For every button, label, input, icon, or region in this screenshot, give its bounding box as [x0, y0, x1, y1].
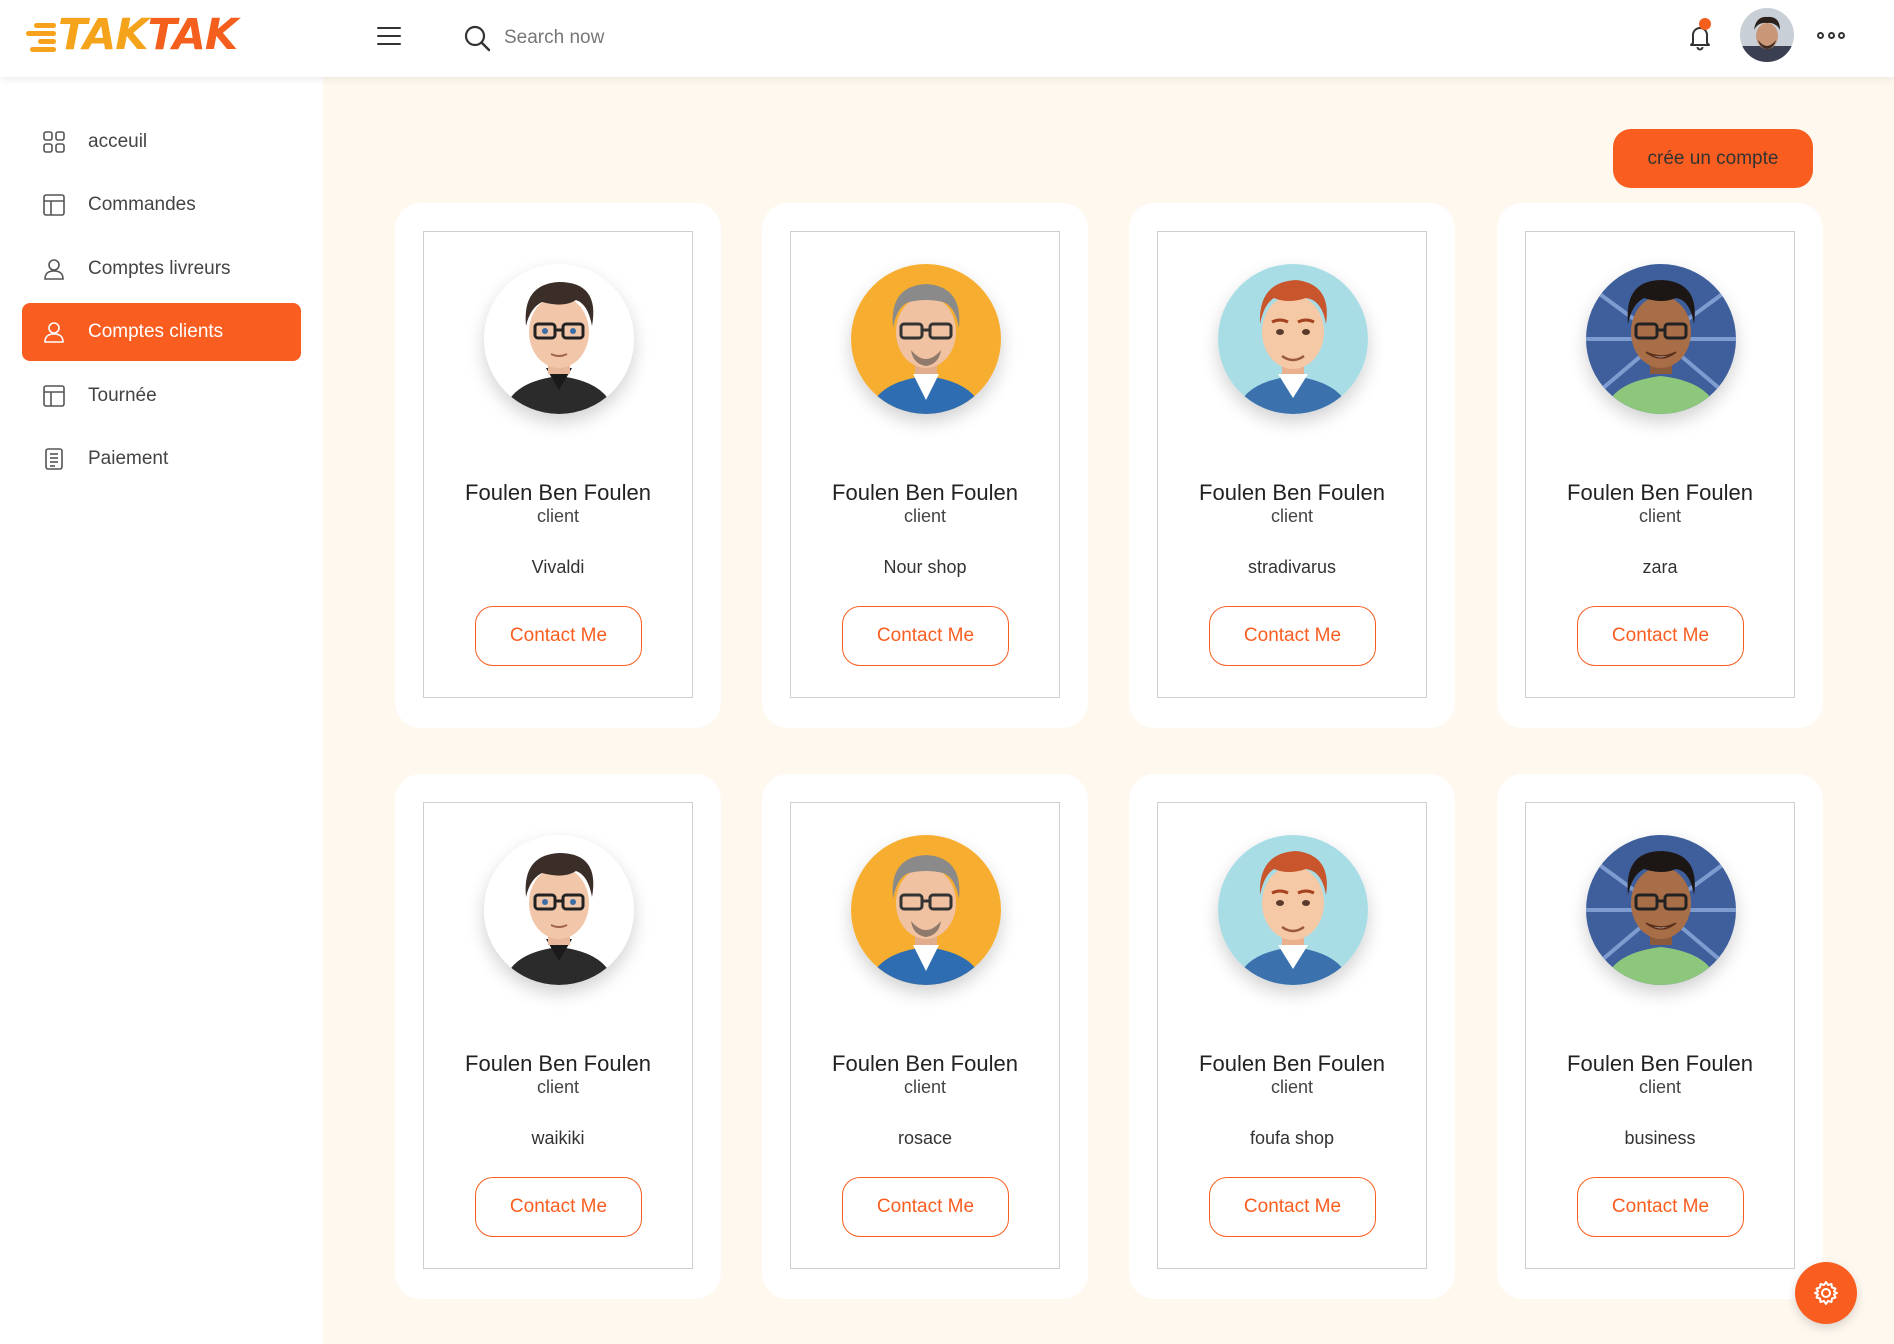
search-bar[interactable]	[462, 18, 862, 58]
client-name: Foulen Ben Foulen	[465, 1051, 651, 1076]
client-card-frame: Foulen Ben Foulen client stradivarus Con…	[1157, 231, 1427, 698]
client-role: client	[1270, 1077, 1314, 1097]
contact-me-button[interactable]: Contact Me	[1577, 1177, 1744, 1237]
client-role: client	[1638, 506, 1682, 526]
create-account-button[interactable]: crée un compte	[1613, 129, 1813, 188]
client-card-frame: Foulen Ben Foulen client zara Contact Me	[1525, 231, 1795, 698]
sidebar-item-paiement[interactable]: Paiement	[22, 430, 301, 488]
client-card-frame: Foulen Ben Foulen client waikiki Contact…	[423, 802, 693, 1269]
sidebar-item-label: Comptes livreurs	[88, 258, 231, 279]
contact-me-button[interactable]: Contact Me	[842, 606, 1009, 666]
gear-icon	[1814, 1281, 1838, 1305]
client-shop: business	[1624, 1128, 1696, 1148]
hamburger-menu-icon[interactable]	[377, 27, 401, 47]
client-shop: zara	[1642, 557, 1678, 577]
avatar-grey-man	[851, 264, 1001, 414]
sidebar-item-label: Comptes clients	[88, 321, 224, 342]
sidebar-item-acceuil[interactable]: acceuil	[22, 113, 301, 171]
avatar-redhead-man	[1218, 264, 1368, 414]
client-card: Foulen Ben Foulen client waikiki Contact…	[395, 774, 721, 1299]
sidebar-item-tournee[interactable]: Tournée	[22, 367, 301, 425]
client-card-frame: Foulen Ben Foulen client Vivaldi Contact…	[423, 231, 693, 698]
sidebar-item-comptes-livreurs[interactable]: Comptes livreurs	[22, 240, 301, 298]
client-shop: rosace	[897, 1128, 953, 1148]
avatar-dark-man	[1586, 835, 1736, 985]
sidebar-item-comptes-clients[interactable]: Comptes clients	[22, 303, 301, 361]
client-card-frame: Foulen Ben Foulen client Nour shop Conta…	[790, 231, 1060, 698]
sidebar-item-label: acceuil	[88, 131, 148, 152]
settings-fab-button[interactable]	[1795, 1262, 1857, 1324]
client-name: Foulen Ben Foulen	[832, 1051, 1018, 1076]
grid-icon	[42, 130, 66, 154]
client-card: Foulen Ben Foulen client foufa shop Cont…	[1129, 774, 1455, 1299]
client-name: Foulen Ben Foulen	[1567, 480, 1753, 505]
client-card: Foulen Ben Foulen client Nour shop Conta…	[762, 203, 1088, 728]
client-role: client	[1638, 1077, 1682, 1097]
contact-me-button[interactable]: Contact Me	[1209, 606, 1376, 666]
sidebar: acceuil Commandes Comptes livreurs Compt…	[0, 77, 323, 1344]
client-card: Foulen Ben Foulen client stradivarus Con…	[1129, 203, 1455, 728]
client-shop: Vivaldi	[531, 557, 585, 577]
sidebar-item-label: Commandes	[88, 194, 196, 215]
client-shop: stradivarus	[1247, 557, 1337, 577]
contact-me-button[interactable]: Contact Me	[842, 1177, 1009, 1237]
user-icon	[42, 320, 66, 344]
client-shop: foufa shop	[1249, 1128, 1335, 1148]
more-dots-icon[interactable]	[1817, 27, 1845, 43]
search-icon[interactable]	[462, 23, 492, 53]
contact-me-button[interactable]: Contact Me	[475, 606, 642, 666]
user-avatar[interactable]	[1740, 8, 1794, 62]
client-card: Foulen Ben Foulen client Vivaldi Contact…	[395, 203, 721, 728]
avatar-young-man	[484, 264, 634, 414]
logo-speed-lines-icon	[22, 15, 56, 55]
client-card-frame: Foulen Ben Foulen client rosace Contact …	[790, 802, 1060, 1269]
layout-icon	[42, 384, 66, 408]
client-role: client	[536, 1077, 580, 1097]
contact-me-button[interactable]: Contact Me	[475, 1177, 642, 1237]
avatar-grey-man	[851, 835, 1001, 985]
sidebar-item-label: Paiement	[88, 448, 169, 469]
avatar-young-man	[484, 835, 634, 985]
notification-dot	[1699, 18, 1711, 30]
client-shop: Nour shop	[883, 557, 967, 577]
sidebar-item-commandes[interactable]: Commandes	[22, 176, 301, 234]
layout-icon	[42, 193, 66, 217]
logo-text: TAKTAK	[58, 9, 238, 60]
contact-me-button[interactable]: Contact Me	[1577, 606, 1744, 666]
document-icon	[42, 447, 66, 471]
avatar-dark-man	[1586, 264, 1736, 414]
client-card: Foulen Ben Foulen client rosace Contact …	[762, 774, 1088, 1299]
client-name: Foulen Ben Foulen	[1199, 1051, 1385, 1076]
client-name: Foulen Ben Foulen	[1199, 480, 1385, 505]
client-name: Foulen Ben Foulen	[1567, 1051, 1753, 1076]
main-content: crée un compte Foulen Ben Foulen client …	[323, 77, 1894, 1344]
client-role: client	[536, 506, 580, 526]
taktak-logo[interactable]: TAKTAK	[22, 9, 238, 60]
client-card-frame: Foulen Ben Foulen client business Contac…	[1525, 802, 1795, 1269]
client-name: Foulen Ben Foulen	[832, 480, 1018, 505]
avatar-redhead-man	[1218, 835, 1368, 985]
user-icon	[42, 257, 66, 281]
client-card-frame: Foulen Ben Foulen client foufa shop Cont…	[1157, 802, 1427, 1269]
sidebar-item-label: Tournée	[88, 385, 157, 406]
client-role: client	[903, 506, 947, 526]
client-role: client	[903, 1077, 947, 1097]
client-name: Foulen Ben Foulen	[465, 480, 651, 505]
contact-me-button[interactable]: Contact Me	[1209, 1177, 1376, 1237]
client-card: Foulen Ben Foulen client zara Contact Me	[1497, 203, 1823, 728]
client-card: Foulen Ben Foulen client business Contac…	[1497, 774, 1823, 1299]
search-input[interactable]	[504, 27, 804, 49]
client-shop: waikiki	[531, 1128, 585, 1148]
client-role: client	[1270, 506, 1314, 526]
top-header: TAKTAK	[0, 0, 1894, 77]
